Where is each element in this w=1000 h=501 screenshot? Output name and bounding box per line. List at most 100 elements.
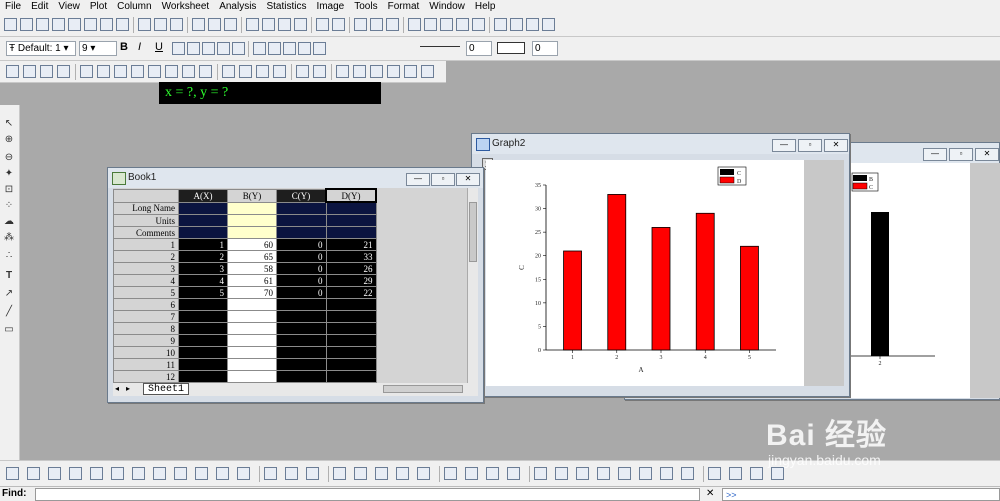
zoom-in-icon[interactable]: ⊕	[3, 135, 15, 145]
cell-d[interactable]	[325, 310, 377, 323]
graph-tool-icon[interactable]	[256, 65, 269, 78]
plot-type-button-icon[interactable]	[306, 467, 319, 480]
data-reader-icon[interactable]: ⁘	[3, 201, 15, 211]
corner-cell[interactable]	[113, 188, 179, 203]
toolbar-button-icon[interactable]	[4, 18, 17, 31]
plot-type-button-icon[interactable]	[375, 467, 388, 480]
plot-type-button-icon[interactable]	[729, 467, 742, 480]
graph-tool-icon[interactable]	[387, 65, 400, 78]
cell-b[interactable]	[227, 214, 277, 227]
plot-type-button-icon[interactable]	[534, 467, 547, 480]
plot-type-button-icon[interactable]	[576, 467, 589, 480]
cell-b[interactable]: 60	[227, 238, 277, 251]
book1-window[interactable]: Book1 — ▫ ✕ A(X) B(Y) C(Y) D(Y) Long Nam…	[107, 167, 484, 403]
toolbar-button-icon[interactable]	[52, 18, 65, 31]
row-number[interactable]: 12	[113, 370, 179, 383]
cell-c[interactable]	[276, 310, 327, 323]
cell-b[interactable]	[227, 322, 277, 335]
toolbar-button-icon[interactable]	[526, 18, 539, 31]
toolbar-button-icon[interactable]	[408, 18, 421, 31]
row-number[interactable]: 1	[113, 238, 179, 251]
row-number[interactable]: 3	[113, 262, 179, 275]
cell-a[interactable]	[178, 346, 228, 359]
graph-tool-icon[interactable]	[273, 65, 286, 78]
tab-scroll-left-icon[interactable]: ◂	[115, 384, 119, 393]
graph-tool-icon[interactable]	[57, 65, 70, 78]
cell-a[interactable]	[178, 214, 228, 227]
cell-d[interactable]: 22	[325, 286, 377, 299]
menu-column[interactable]: Column	[112, 0, 156, 13]
plot-type-button-icon[interactable]	[555, 467, 568, 480]
toolbar-button-icon[interactable]	[370, 18, 383, 31]
cell-d[interactable]	[325, 370, 377, 383]
cell-a[interactable]: 4	[178, 274, 228, 287]
format-button-icon[interactable]	[172, 42, 185, 55]
graph-tool-icon[interactable]	[6, 65, 19, 78]
text-tool-icon[interactable]: T	[3, 271, 15, 281]
cell-a[interactable]	[178, 358, 228, 371]
plot-type-button-icon[interactable]	[354, 467, 367, 480]
book1-minimize-button[interactable]: —	[406, 173, 430, 186]
menu-analysis[interactable]: Analysis	[214, 0, 261, 13]
graph-tool-icon[interactable]	[199, 65, 212, 78]
cell-c[interactable]: 0	[276, 238, 327, 251]
format-button-icon[interactable]	[298, 42, 311, 55]
column-header-a[interactable]: A(X)	[178, 188, 228, 203]
plot-type-button-icon[interactable]	[153, 467, 166, 480]
cell-c[interactable]	[276, 322, 327, 335]
cell-b[interactable]: 70	[227, 286, 277, 299]
graph-tool-icon[interactable]	[97, 65, 110, 78]
cell-d[interactable]	[325, 201, 377, 215]
cell-c[interactable]	[276, 201, 327, 215]
cell-b[interactable]: 65	[227, 250, 277, 263]
graph-tool-icon[interactable]	[421, 65, 434, 78]
cell-b[interactable]: 61	[227, 274, 277, 287]
cell-c[interactable]: 0	[276, 274, 327, 287]
cell-d[interactable]	[325, 214, 377, 227]
underline-button[interactable]: U	[155, 41, 163, 53]
menu-help[interactable]: Help	[470, 0, 501, 13]
graph1-close-button[interactable]: ✕	[975, 148, 999, 161]
graph-tool-icon[interactable]	[40, 65, 53, 78]
toolbar-button-icon[interactable]	[192, 18, 205, 31]
graph-tool-icon[interactable]	[404, 65, 417, 78]
graph-tool-icon[interactable]	[239, 65, 252, 78]
menu-image[interactable]: Image	[311, 0, 349, 13]
cell-c[interactable]	[276, 334, 327, 347]
plot-type-button-icon[interactable]	[507, 467, 520, 480]
menu-format[interactable]: Format	[383, 0, 425, 13]
book1-close-button[interactable]: ✕	[456, 173, 480, 186]
cell-a[interactable]: 1	[178, 238, 228, 251]
graph-tool-icon[interactable]	[336, 65, 349, 78]
cell-a[interactable]	[178, 298, 228, 311]
vertical-scrollbar[interactable]	[467, 188, 478, 383]
arrow-tool-icon[interactable]: ↗	[3, 289, 15, 299]
graph-tool-icon[interactable]	[148, 65, 161, 78]
cell-c[interactable]	[276, 214, 327, 227]
toolbar-button-icon[interactable]	[316, 18, 329, 31]
menu-file[interactable]: File	[0, 0, 26, 13]
graph-tool-icon[interactable]	[131, 65, 144, 78]
cell-b[interactable]	[227, 310, 277, 323]
plot-type-button-icon[interactable]	[618, 467, 631, 480]
plot-type-button-icon[interactable]	[708, 467, 721, 480]
horizontal-scrollbar[interactable]	[383, 385, 463, 393]
find-input[interactable]	[35, 488, 700, 501]
graph-tool-icon[interactable]	[165, 65, 178, 78]
cell-c[interactable]	[276, 346, 327, 359]
plot-type-button-icon[interactable]	[771, 467, 784, 480]
cell-b[interactable]	[227, 358, 277, 371]
graph-tool-icon[interactable]	[296, 65, 309, 78]
mask-icon[interactable]: ⁂	[3, 233, 15, 243]
plot-type-button-icon[interactable]	[111, 467, 124, 480]
graph-tool-icon[interactable]	[370, 65, 383, 78]
row-label[interactable]: Units	[113, 214, 179, 227]
cell-a[interactable]	[178, 322, 228, 335]
sheet-tab[interactable]: Sheet1	[143, 383, 190, 395]
plot-type-button-icon[interactable]	[417, 467, 430, 480]
toolbar-button-icon[interactable]	[386, 18, 399, 31]
toolbar-button-icon[interactable]	[20, 18, 33, 31]
fill-pattern-preview[interactable]	[497, 42, 525, 54]
cell-b[interactable]	[227, 334, 277, 347]
data-selector-icon[interactable]: ☁	[3, 217, 15, 227]
